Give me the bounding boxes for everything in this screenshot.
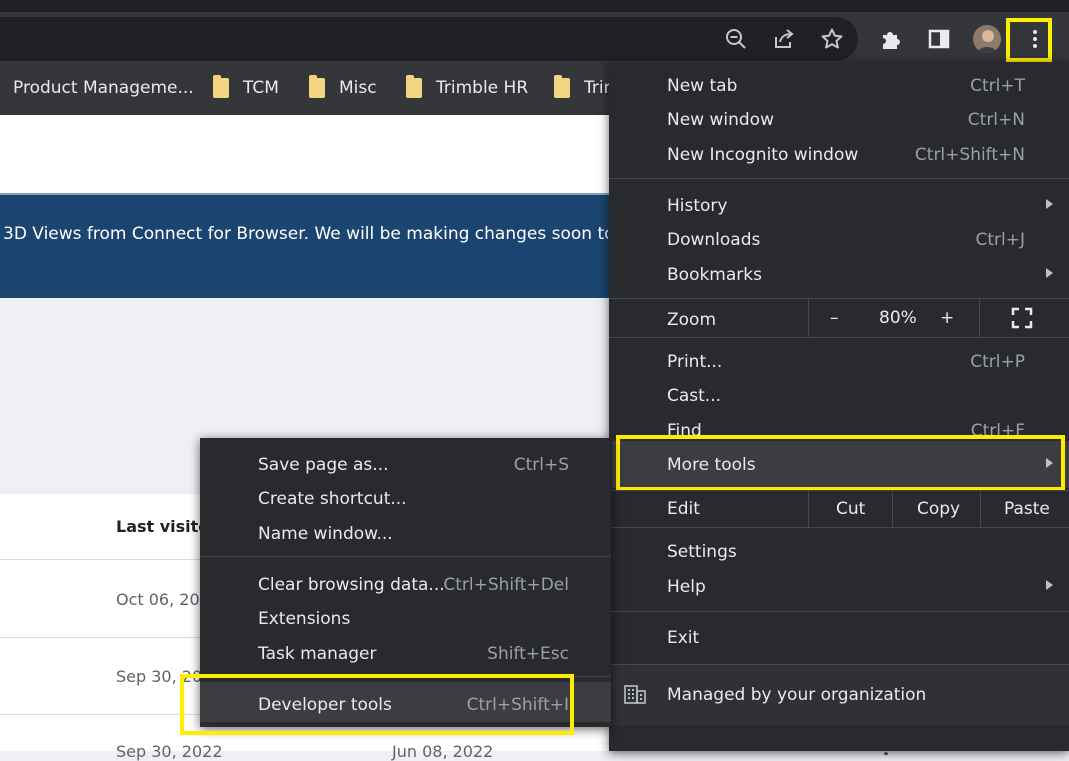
bookmark-folder-tcm[interactable]: TCM xyxy=(213,75,279,100)
shortcut-new-window: Ctrl+N xyxy=(967,110,1025,130)
shortcut-clear-browsing: Ctrl+Shift+Del xyxy=(443,575,569,595)
share-icon[interactable] xyxy=(770,25,798,53)
side-panel-icon[interactable] xyxy=(925,25,953,53)
zoom-divider xyxy=(979,299,980,337)
menu-item-help[interactable]: Help xyxy=(667,570,706,604)
menu-item-settings[interactable]: Settings xyxy=(667,535,737,569)
edit-copy-button[interactable]: Copy xyxy=(917,492,960,526)
shortcut-task-manager: Shift+Esc xyxy=(487,644,569,664)
table-cell-date: Sep 30, 2022 xyxy=(116,742,223,761)
menu-item-new-incognito-window[interactable]: New Incognito window xyxy=(667,138,858,172)
menu-separator xyxy=(609,298,1069,299)
menu-item-bookmarks[interactable]: Bookmarks xyxy=(667,258,762,292)
menu-separator xyxy=(200,556,611,557)
bookmark-folder-misc[interactable]: Misc xyxy=(309,75,377,100)
menu-item-downloads[interactable]: Downloads xyxy=(667,223,760,257)
extensions-icon[interactable] xyxy=(877,25,905,53)
developer-tools-highlight xyxy=(180,674,574,735)
submenu-item-create-shortcut[interactable]: Create shortcut... xyxy=(258,482,407,516)
shortcut-downloads: Ctrl+J xyxy=(975,230,1025,250)
notice-banner xyxy=(0,193,610,298)
table-cell-date: Jun 08, 2022 xyxy=(392,742,494,761)
submenu-item-extensions[interactable]: Extensions xyxy=(258,602,350,636)
menu-separator xyxy=(609,178,1069,179)
submenu-item-save-page[interactable]: Save page as... xyxy=(258,448,388,482)
menu-item-edit: Edit xyxy=(667,499,700,519)
shortcut-new-incognito: Ctrl+Shift+N xyxy=(914,145,1025,165)
menu-item-history[interactable]: History xyxy=(667,189,727,223)
organization-building-icon xyxy=(624,683,646,705)
menu-item-cast[interactable]: Cast... xyxy=(667,379,721,413)
shortcut-save-page: Ctrl+S xyxy=(513,455,569,475)
submenu-item-task-manager[interactable]: Task manager xyxy=(258,637,377,671)
submenu-arrow-icon xyxy=(1046,199,1053,209)
fullscreen-icon[interactable] xyxy=(1011,307,1033,329)
menu-item-new-tab[interactable]: New tab xyxy=(667,69,737,103)
bookmark-star-icon[interactable] xyxy=(818,25,846,53)
menu-separator xyxy=(609,337,1069,338)
profile-avatar[interactable] xyxy=(973,25,1001,53)
bookmark-product-management[interactable]: Product Manageme... xyxy=(13,76,194,100)
menu-item-exit[interactable]: Exit xyxy=(667,621,699,655)
page-header xyxy=(0,115,610,193)
folder-icon xyxy=(554,75,570,98)
shortcut-print: Ctrl+P xyxy=(970,352,1025,372)
shortcut-new-tab: Ctrl+T xyxy=(970,76,1025,96)
bookmark-folder-trimble-hr[interactable]: Trimble HR xyxy=(406,75,528,100)
folder-icon xyxy=(406,75,422,98)
zoom-out-button[interactable]: – xyxy=(830,301,839,335)
folder-icon xyxy=(213,75,229,98)
banner-text: 3D Views from Connect for Browser. We wi… xyxy=(3,224,608,244)
zoom-in-button[interactable]: + xyxy=(940,301,954,335)
folder-icon xyxy=(309,75,325,98)
edit-divider xyxy=(892,491,893,527)
submenu-arrow-icon xyxy=(1046,580,1053,590)
edit-cut-button[interactable]: Cut xyxy=(836,492,865,526)
menu-separator xyxy=(609,490,1069,491)
managed-by-organization[interactable]: Managed by your organization xyxy=(667,678,926,712)
edit-paste-button[interactable]: Paste xyxy=(1004,492,1050,526)
table-cell-date: Oct 06, 2022 xyxy=(116,590,200,609)
submenu-arrow-icon xyxy=(1046,268,1053,278)
column-header-last-visited[interactable]: Last visited xyxy=(116,517,200,536)
edit-divider xyxy=(980,491,981,527)
menu-separator xyxy=(609,527,1069,528)
menu-item-new-window[interactable]: New window xyxy=(667,103,774,137)
title-bar xyxy=(0,0,1069,12)
zoom-out-icon[interactable] xyxy=(722,25,750,53)
menu-separator xyxy=(609,611,1069,612)
zoom-divider xyxy=(808,299,809,337)
menu-button-highlight xyxy=(1006,18,1052,62)
zoom-level: 80% xyxy=(879,308,917,328)
menu-item-zoom: Zoom xyxy=(667,310,717,330)
submenu-item-clear-browsing-data[interactable]: Clear browsing data... xyxy=(258,568,445,602)
edit-divider xyxy=(808,491,809,527)
more-tools-highlight xyxy=(616,435,1065,491)
menu-item-print[interactable]: Print... xyxy=(667,345,722,379)
submenu-item-name-window[interactable]: Name window... xyxy=(258,517,393,551)
